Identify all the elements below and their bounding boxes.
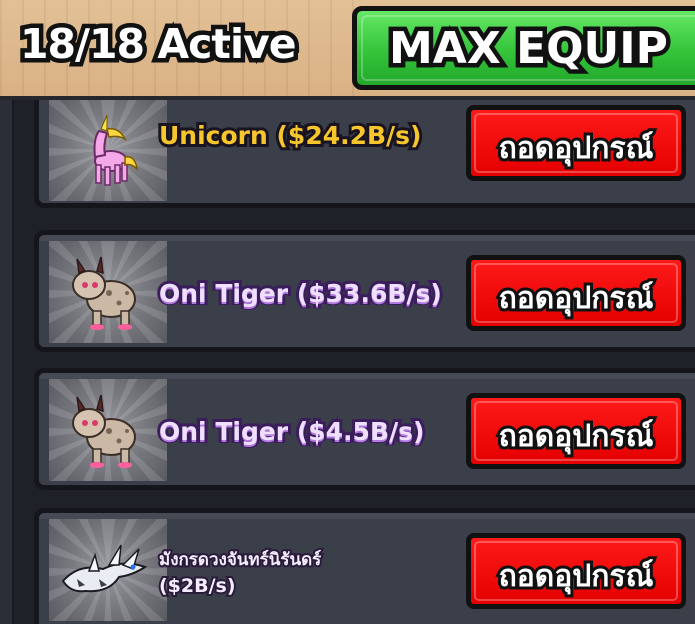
unicorn-thumbnail bbox=[49, 100, 167, 201]
unicorn-icon bbox=[93, 114, 139, 186]
pet-name: Unicorn ($24.2B/s) bbox=[156, 118, 424, 153]
max-equip-button[interactable]: MAX EQUIP bbox=[352, 6, 695, 90]
equipped-pets-panel: 18/18 Active MAX EQUIP Unicorn ($24.2B/s… bbox=[0, 0, 695, 624]
unequip-button-label: ถอดอุปกรณ์ bbox=[496, 556, 657, 597]
max-equip-button-label: MAX EQUIP bbox=[385, 19, 673, 79]
pet-card-oni-tiger-1: Oni Tiger ($33.6B/s) ถอดอุปกรณ์ bbox=[34, 230, 695, 352]
pet-name: Oni Tiger ($4.5B/s) bbox=[156, 414, 427, 449]
moon-dragon-icon bbox=[61, 544, 148, 593]
pet-name: Oni Tiger ($33.6B/s) bbox=[156, 276, 445, 311]
moon-dragon-thumbnail bbox=[49, 519, 167, 621]
unequip-button-label: ถอดอุปกรณ์ bbox=[496, 128, 657, 169]
unequip-button-label: ถอดอุปกรณ์ bbox=[496, 278, 657, 319]
oni-tiger-thumbnail bbox=[49, 241, 167, 343]
pet-list[interactable]: Unicorn ($24.2B/s) ถอดอุปกรณ์ Oni Tiger … bbox=[0, 100, 695, 624]
unequip-button-label: ถอดอุปกรณ์ bbox=[496, 416, 657, 457]
unequip-button[interactable]: ถอดอุปกรณ์ bbox=[466, 255, 686, 331]
pet-card-unicorn: Unicorn ($24.2B/s) ถอดอุปกรณ์ bbox=[34, 100, 695, 208]
oni-tiger-icon bbox=[72, 394, 136, 468]
pet-name: มังกรดวงจันทร์นิรันดร์ bbox=[157, 548, 323, 572]
list-scroll-edge bbox=[0, 100, 14, 624]
panel-header: 18/18 Active MAX EQUIP bbox=[0, 0, 695, 100]
pet-income: ($2B/s) bbox=[157, 573, 238, 599]
unequip-button[interactable]: ถอดอุปกรณ์ bbox=[466, 393, 686, 469]
pet-card-moon-dragon: มังกรดวงจันทร์นิรันดร์ ($2B/s) ถอดอุปกรณ… bbox=[34, 508, 695, 624]
active-count-label: 18/18 Active bbox=[16, 16, 302, 73]
unequip-button[interactable]: ถอดอุปกรณ์ bbox=[466, 105, 686, 181]
oni-tiger-icon bbox=[72, 256, 136, 330]
oni-tiger-thumbnail bbox=[49, 379, 167, 481]
pet-card-oni-tiger-2: Oni Tiger ($4.5B/s) ถอดอุปกรณ์ bbox=[34, 368, 695, 490]
unequip-button[interactable]: ถอดอุปกรณ์ bbox=[466, 533, 686, 609]
